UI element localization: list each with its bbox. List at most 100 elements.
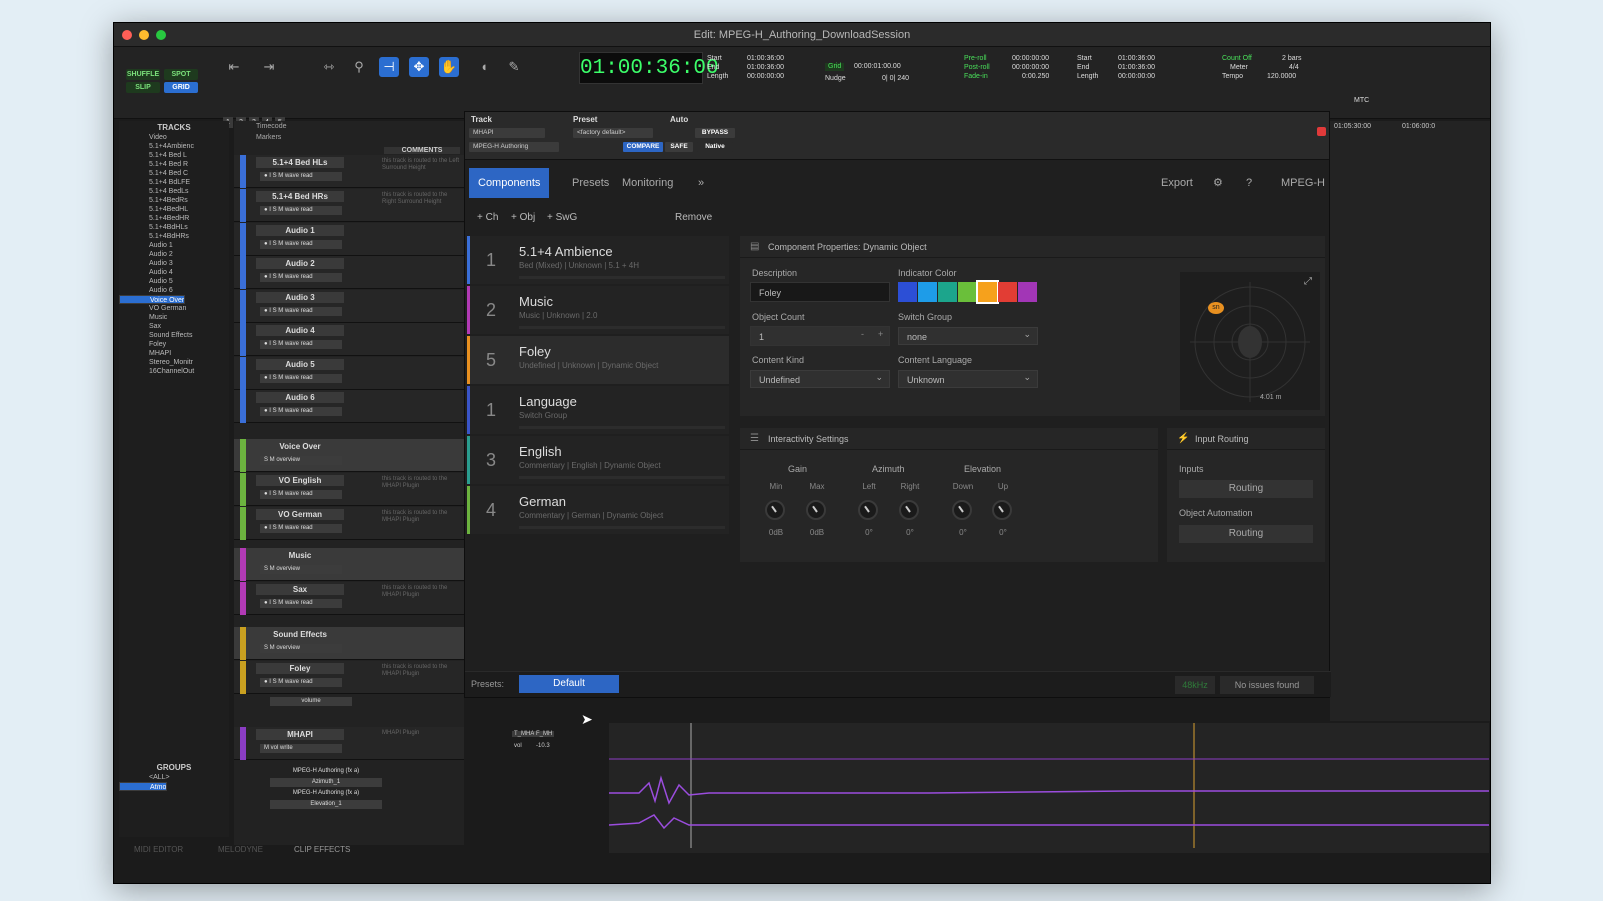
- indicator-color-swatch[interactable]: [898, 282, 917, 302]
- indicator-color-swatch[interactable]: [976, 280, 999, 304]
- track-header[interactable]: MHAPI M vol write MHAPI Plugin: [234, 727, 464, 760]
- track-list-item[interactable]: 16ChannelOut: [119, 367, 229, 376]
- knob[interactable]: [899, 500, 919, 520]
- clip-effects-tab[interactable]: CLIP EFFECTS: [294, 845, 350, 854]
- track-list-item[interactable]: 5.1+4 Bed R: [119, 160, 229, 169]
- increment-icon[interactable]: +: [878, 329, 883, 339]
- track-comment[interactable]: [382, 259, 462, 287]
- track-name[interactable]: VO English: [256, 475, 344, 486]
- add-switch-group-button[interactable]: + SwG: [547, 208, 577, 228]
- track-buttons[interactable]: ● I S M wave read: [260, 172, 342, 181]
- spot-mode-button[interactable]: SPOT: [164, 69, 198, 80]
- slip-mode-button[interactable]: SLIP: [126, 82, 160, 93]
- decrement-icon[interactable]: -: [861, 329, 864, 339]
- sel2-length-value[interactable]: 00:00:00:00: [1118, 73, 1155, 81]
- track-list-item[interactable]: 5.1+4BedHR: [119, 214, 229, 223]
- track-header[interactable]: 5.1+4 Bed HRs ● I S M wave read this track…: [234, 189, 464, 222]
- mtc-label[interactable]: MTC: [1354, 97, 1369, 105]
- track-name[interactable]: Foley: [256, 663, 344, 674]
- fadein-label[interactable]: Fade-in: [964, 73, 988, 81]
- track-header[interactable]: Audio 4 ● I S M wave read: [234, 323, 464, 356]
- settings-gear-icon[interactable]: ⚙: [1213, 168, 1223, 198]
- track-name[interactable]: Music: [256, 550, 344, 561]
- group-item[interactable]: <ALL>: [119, 773, 229, 782]
- component-item[interactable]: 1 Language Switch Group: [467, 386, 729, 434]
- zoom-out-icon[interactable]: ⇤: [224, 57, 244, 77]
- tab-presets[interactable]: Presets: [563, 168, 618, 198]
- track-header[interactable]: Foley ● I S M wave read this track is rout…: [234, 661, 464, 694]
- track-list-item[interactable]: Audio 6: [119, 286, 229, 295]
- indicator-color-swatch[interactable]: [998, 282, 1017, 302]
- track-name[interactable]: MHAPI: [256, 729, 344, 740]
- mhapi-io-vol[interactable]: vol: [512, 743, 524, 749]
- track-list-item[interactable]: Audio 1: [119, 241, 229, 250]
- track-comment[interactable]: [382, 393, 462, 421]
- track-buttons[interactable]: ● I S M wave read: [260, 678, 342, 687]
- track-buttons[interactable]: ● I S M wave read: [260, 490, 342, 499]
- component-item[interactable]: 1 5.1+4 Ambience Bed (Mixed) | Unknown | 5…: [467, 236, 729, 284]
- track-comment[interactable]: [382, 293, 462, 321]
- preset-selector[interactable]: <factory default>: [573, 128, 653, 138]
- track-buttons[interactable]: ● I S M wave read: [260, 599, 342, 608]
- mhapi-io-b[interactable]: F_MH: [534, 731, 555, 737]
- foley-automation-select[interactable]: volume: [270, 697, 352, 706]
- main-counter[interactable]: 01:00:36:00: [579, 52, 719, 84]
- track-buttons[interactable]: ● I S M wave read: [260, 240, 342, 249]
- track-list-item[interactable]: 5.1+4BdHLs: [119, 223, 229, 232]
- track-name[interactable]: Sax: [256, 584, 344, 595]
- compare-button[interactable]: COMPARE: [623, 142, 663, 152]
- track-list-item[interactable]: Foley: [119, 340, 229, 349]
- track-comment[interactable]: MHAPI Plugin: [382, 730, 462, 758]
- track-comment[interactable]: [382, 551, 462, 579]
- indicator-color-swatch[interactable]: [1018, 282, 1037, 302]
- close-window-button[interactable]: [122, 30, 132, 40]
- track-buttons[interactable]: ● I S M wave read: [260, 206, 342, 215]
- selector-tool-icon[interactable]: ✥: [409, 57, 429, 77]
- mhapi-io-a[interactable]: T_MHA: [512, 731, 537, 737]
- track-list-item[interactable]: Audio 2: [119, 250, 229, 259]
- track-header[interactable]: 5.1+4 Bed HLs ● I S M wave read this track…: [234, 155, 464, 188]
- track-name[interactable]: Audio 2: [256, 258, 344, 269]
- track-header[interactable]: VO English ● I S M wave read this track is…: [234, 473, 464, 506]
- track-header[interactable]: Voice Over S M overview: [234, 439, 464, 472]
- knob[interactable]: [992, 500, 1012, 520]
- sel2-start-value[interactable]: 01:00:36:00: [1118, 55, 1155, 63]
- track-header[interactable]: Sound Effects S M overview: [234, 627, 464, 660]
- tempo-value[interactable]: 120.0000: [1267, 73, 1296, 81]
- melodyne-tab[interactable]: MELODYNE: [218, 845, 263, 854]
- add-channel-button[interactable]: + Ch: [477, 208, 498, 228]
- zoom-tool-icon[interactable]: ⚲: [349, 57, 369, 77]
- mhapi-lane-label[interactable]: MPEG-H Authoring (fx a): [270, 789, 382, 798]
- mhapi-io-db[interactable]: -10.3: [534, 743, 552, 749]
- track-comment[interactable]: [382, 326, 462, 354]
- zoomer-tool-icon[interactable]: ⇿: [319, 57, 339, 77]
- object-count-field[interactable]: 1: [750, 326, 890, 346]
- tab-monitoring[interactable]: Monitoring: [613, 168, 682, 198]
- track-buttons[interactable]: ● I S M wave read: [260, 407, 342, 416]
- track-list-item[interactable]: 5.1+4BdHRs: [119, 232, 229, 241]
- track-buttons[interactable]: S M overview: [260, 456, 342, 465]
- component-item[interactable]: 5 Foley Undefined | Unknown | Dynamic Obje…: [467, 336, 729, 384]
- knob[interactable]: [765, 500, 785, 520]
- track-list-item[interactable]: Audio 4: [119, 268, 229, 277]
- midi-editor-tab[interactable]: MIDI EDITOR: [134, 845, 183, 854]
- trim-tool-icon[interactable]: ⊣: [379, 57, 399, 77]
- meter-value[interactable]: 4/4: [1289, 64, 1299, 72]
- track-comment[interactable]: this track is routed to the Right Surrou…: [382, 192, 462, 220]
- nudge-value[interactable]: 0| 0| 240: [882, 75, 909, 83]
- track-comment[interactable]: this track is routed to the MHAPI Plugin: [382, 664, 462, 692]
- track-header[interactable]: Audio 3 ● I S M wave read: [234, 290, 464, 323]
- track-list-item[interactable]: 5.1+4BedHL: [119, 205, 229, 214]
- switch-group-select[interactable]: none: [898, 325, 1038, 345]
- track-name[interactable]: VO German: [256, 509, 344, 520]
- track-comment[interactable]: [382, 630, 462, 658]
- track-buttons[interactable]: S M overview: [260, 644, 342, 653]
- content-language-select[interactable]: Unknown: [898, 368, 1038, 388]
- object-position-marker[interactable]: sn: [1208, 302, 1224, 314]
- knob[interactable]: [952, 500, 972, 520]
- track-header[interactable]: Audio 5 ● I S M wave read: [234, 357, 464, 390]
- indicator-color-swatch[interactable]: [938, 282, 957, 302]
- track-list-item[interactable]: Voice Over: [119, 295, 186, 304]
- grid-value[interactable]: 00:00:01:00.00: [854, 63, 901, 71]
- track-list-item[interactable]: 5.1+4 Bed L: [119, 151, 229, 160]
